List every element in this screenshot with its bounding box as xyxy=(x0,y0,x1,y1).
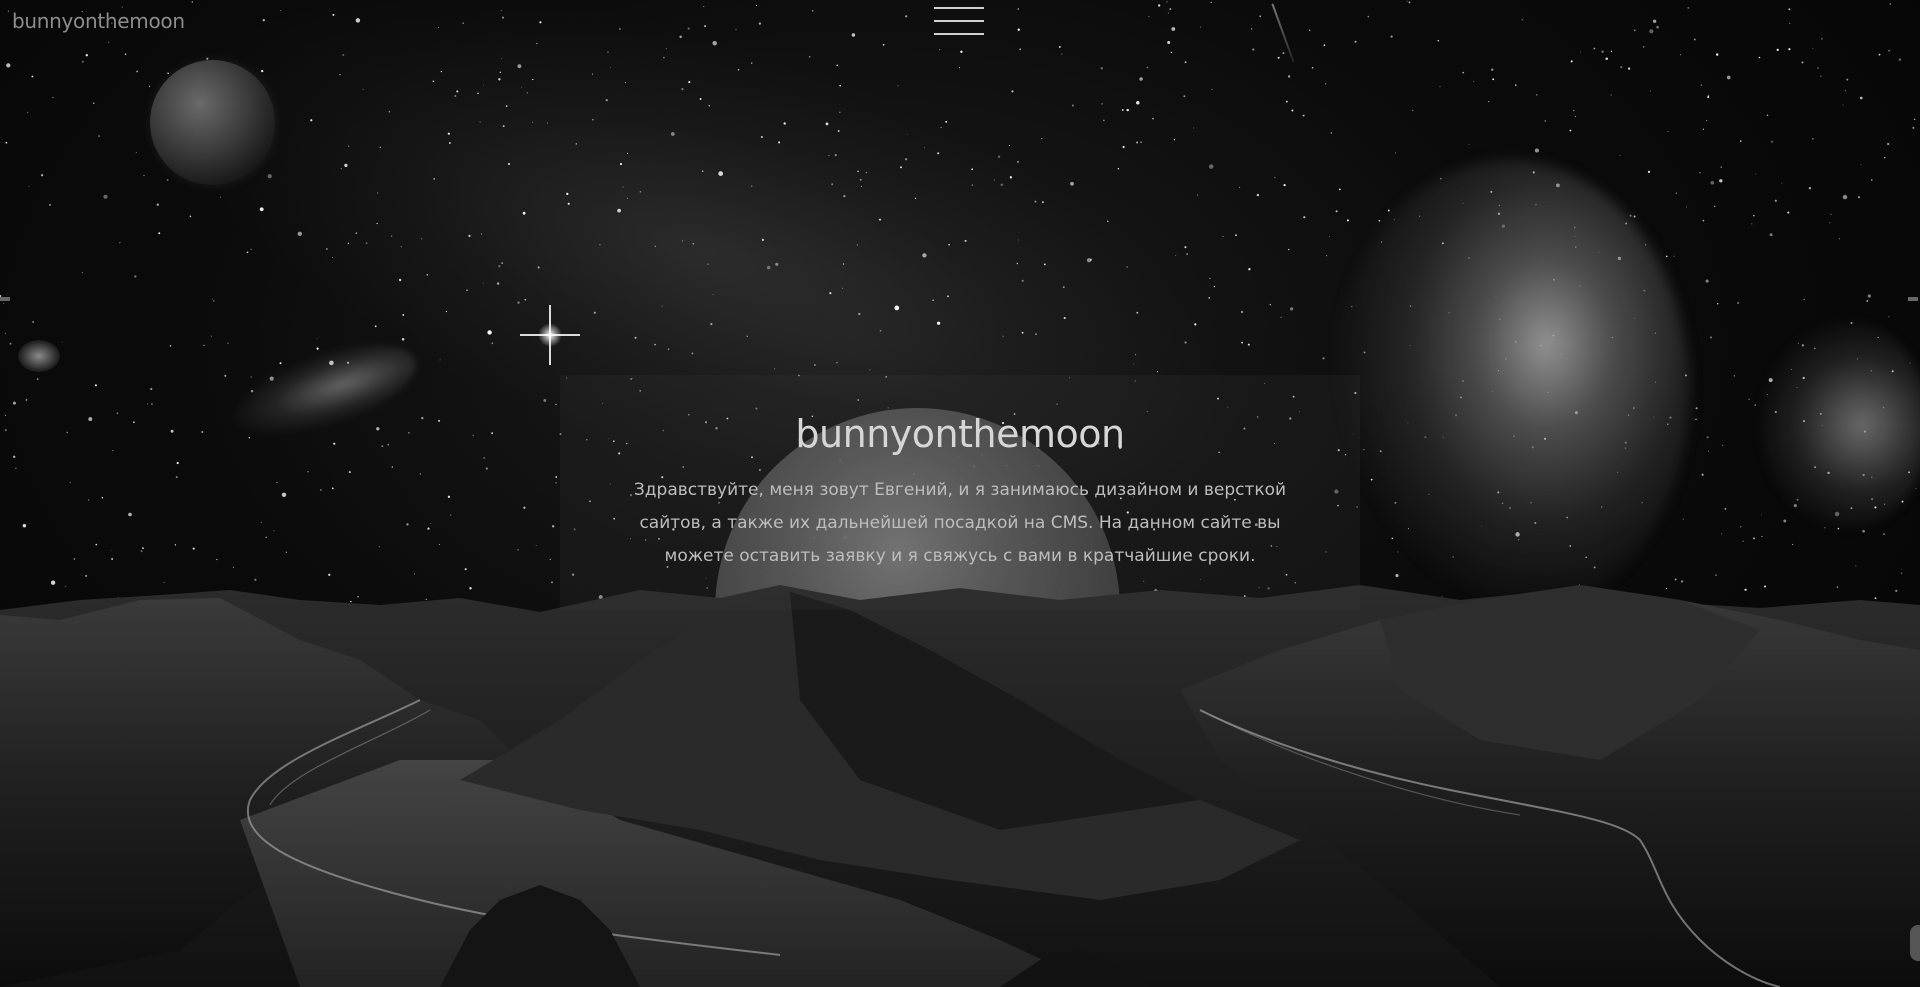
slider-next-arrow[interactable] xyxy=(1908,297,1918,301)
hero-title: bunnyonthemoon xyxy=(795,412,1125,456)
slider-prev-arrow[interactable] xyxy=(0,297,10,301)
menu-line xyxy=(934,20,984,22)
page: bunnyonthemoon bunnyonthemoon Здравствуй… xyxy=(0,0,1920,987)
hero-description: Здравствуйте, меня зовут Евгений, и я за… xyxy=(633,480,1287,566)
scroll-to-top-tab[interactable] xyxy=(1910,925,1920,961)
menu-line xyxy=(934,33,984,35)
menu-line xyxy=(934,7,984,9)
hamburger-menu-icon[interactable] xyxy=(934,5,984,37)
site-logo[interactable]: bunnyonthemoon xyxy=(12,9,185,33)
